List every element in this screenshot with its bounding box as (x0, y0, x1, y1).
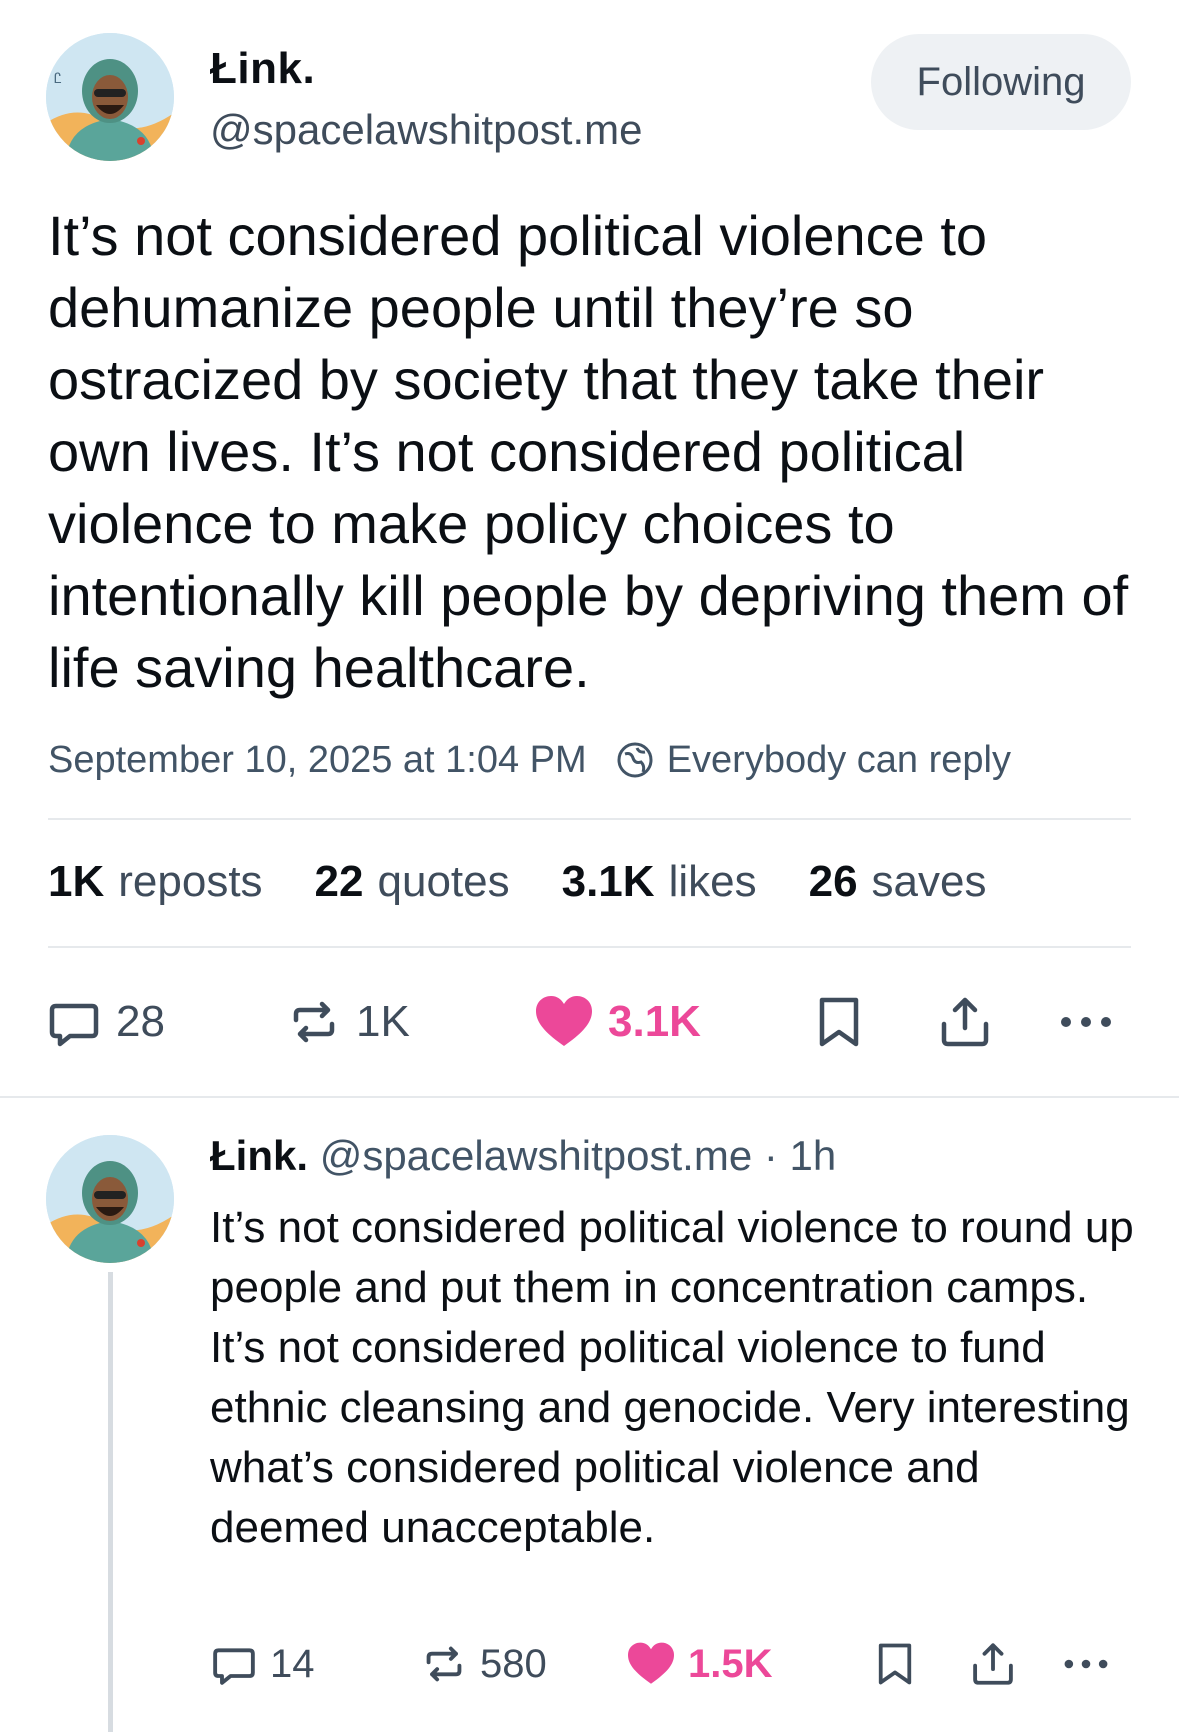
more-options-button[interactable] (1056, 990, 1116, 1054)
reply-share-button[interactable] (970, 1636, 1016, 1692)
author-avatar[interactable]: Ꮭ (46, 33, 174, 161)
reply-text: It’s not considered political violence t… (210, 1203, 1134, 1552)
post-text: It’s not considered political violence t… (48, 204, 1129, 699)
stat-saves[interactable]: 26 saves (809, 857, 987, 907)
bookmark-button[interactable] (814, 990, 864, 1054)
stat-quotes-count: 22 (314, 857, 364, 906)
post-actions: 28 1K 3.1K (46, 990, 1136, 1054)
reply-count: 28 (116, 997, 165, 1046)
reply-time: 1h (789, 1132, 837, 1179)
reply-repost-button[interactable]: 580 (420, 1636, 547, 1692)
author-name[interactable]: Łink. (210, 44, 315, 94)
stat-likes[interactable]: 3.1K likes (562, 857, 757, 907)
like-count: 3.1K (608, 997, 701, 1046)
reply-reply-button[interactable]: 14 (210, 1636, 315, 1692)
stat-likes-count: 3.1K (561, 857, 655, 906)
more-icon (1064, 1659, 1108, 1669)
stat-reposts[interactable]: 1K reposts (48, 857, 263, 907)
divider (48, 818, 1131, 820)
heart-icon (536, 996, 592, 1046)
stat-saves-count: 26 (808, 857, 858, 906)
reply-repost-count: 580 (480, 1641, 547, 1686)
repost-icon (293, 1001, 335, 1043)
heart-icon (628, 1642, 674, 1684)
divider (48, 946, 1131, 948)
reply-author-name[interactable]: Łink. (210, 1132, 308, 1179)
globe-icon (615, 740, 655, 780)
bookmark-icon (878, 1643, 912, 1685)
section-divider (0, 1096, 1179, 1098)
reply-like-button[interactable]: 1.5K (626, 1636, 773, 1692)
reply-like-count: 1.5K (688, 1641, 773, 1686)
stat-reposts-count: 1K (48, 857, 105, 906)
reply-setting: Everybody can reply (666, 738, 1011, 781)
more-icon (1061, 1017, 1111, 1027)
repost-icon (426, 1646, 462, 1682)
reply-icon (213, 1648, 255, 1685)
stat-quotes-label: quotes (377, 857, 510, 906)
post-timestamp[interactable]: September 10, 2025 at 1:04 PM (48, 739, 587, 782)
repost-button[interactable]: 1K (286, 990, 410, 1054)
stat-reposts-label: reposts (118, 857, 263, 906)
stat-likes-label: likes (668, 857, 757, 906)
reply-reply-count: 14 (270, 1641, 315, 1686)
reply-icon (49, 1003, 99, 1047)
share-icon (973, 1643, 1013, 1685)
author-handle[interactable]: @spacelawshitpost.me (210, 106, 643, 154)
reply-bookmark-button[interactable] (874, 1636, 916, 1692)
repost-count: 1K (356, 997, 410, 1046)
engagement-stats: 1K reposts 22 quotes 3.1K likes 26 saves (48, 852, 1039, 912)
share-button[interactable] (938, 990, 992, 1054)
following-button[interactable]: Following (871, 34, 1131, 130)
reply-author-avatar[interactable] (46, 1135, 174, 1263)
reply-more-options-button[interactable] (1060, 1636, 1112, 1692)
post-meta: September 10, 2025 at 1:04 PM Everybody … (48, 735, 1011, 785)
like-button[interactable]: 3.1K (534, 990, 701, 1054)
reply-author-handle[interactable]: @spacelawshitpost.me (320, 1132, 753, 1179)
dot-separator: · (763, 1132, 778, 1179)
stat-quotes[interactable]: 22 quotes (315, 857, 510, 907)
stat-saves-label: saves (871, 857, 987, 906)
bookmark-icon (819, 997, 859, 1047)
thread-line (108, 1272, 113, 1732)
reply-actions: 14 580 1.5K (210, 1636, 1130, 1692)
svg-text:Ꮭ: Ꮭ (54, 71, 62, 87)
reply-header: Łink. @spacelawshitpost.me · 1h (210, 1132, 836, 1180)
share-icon (941, 997, 989, 1047)
reply-button[interactable]: 28 (46, 990, 165, 1054)
